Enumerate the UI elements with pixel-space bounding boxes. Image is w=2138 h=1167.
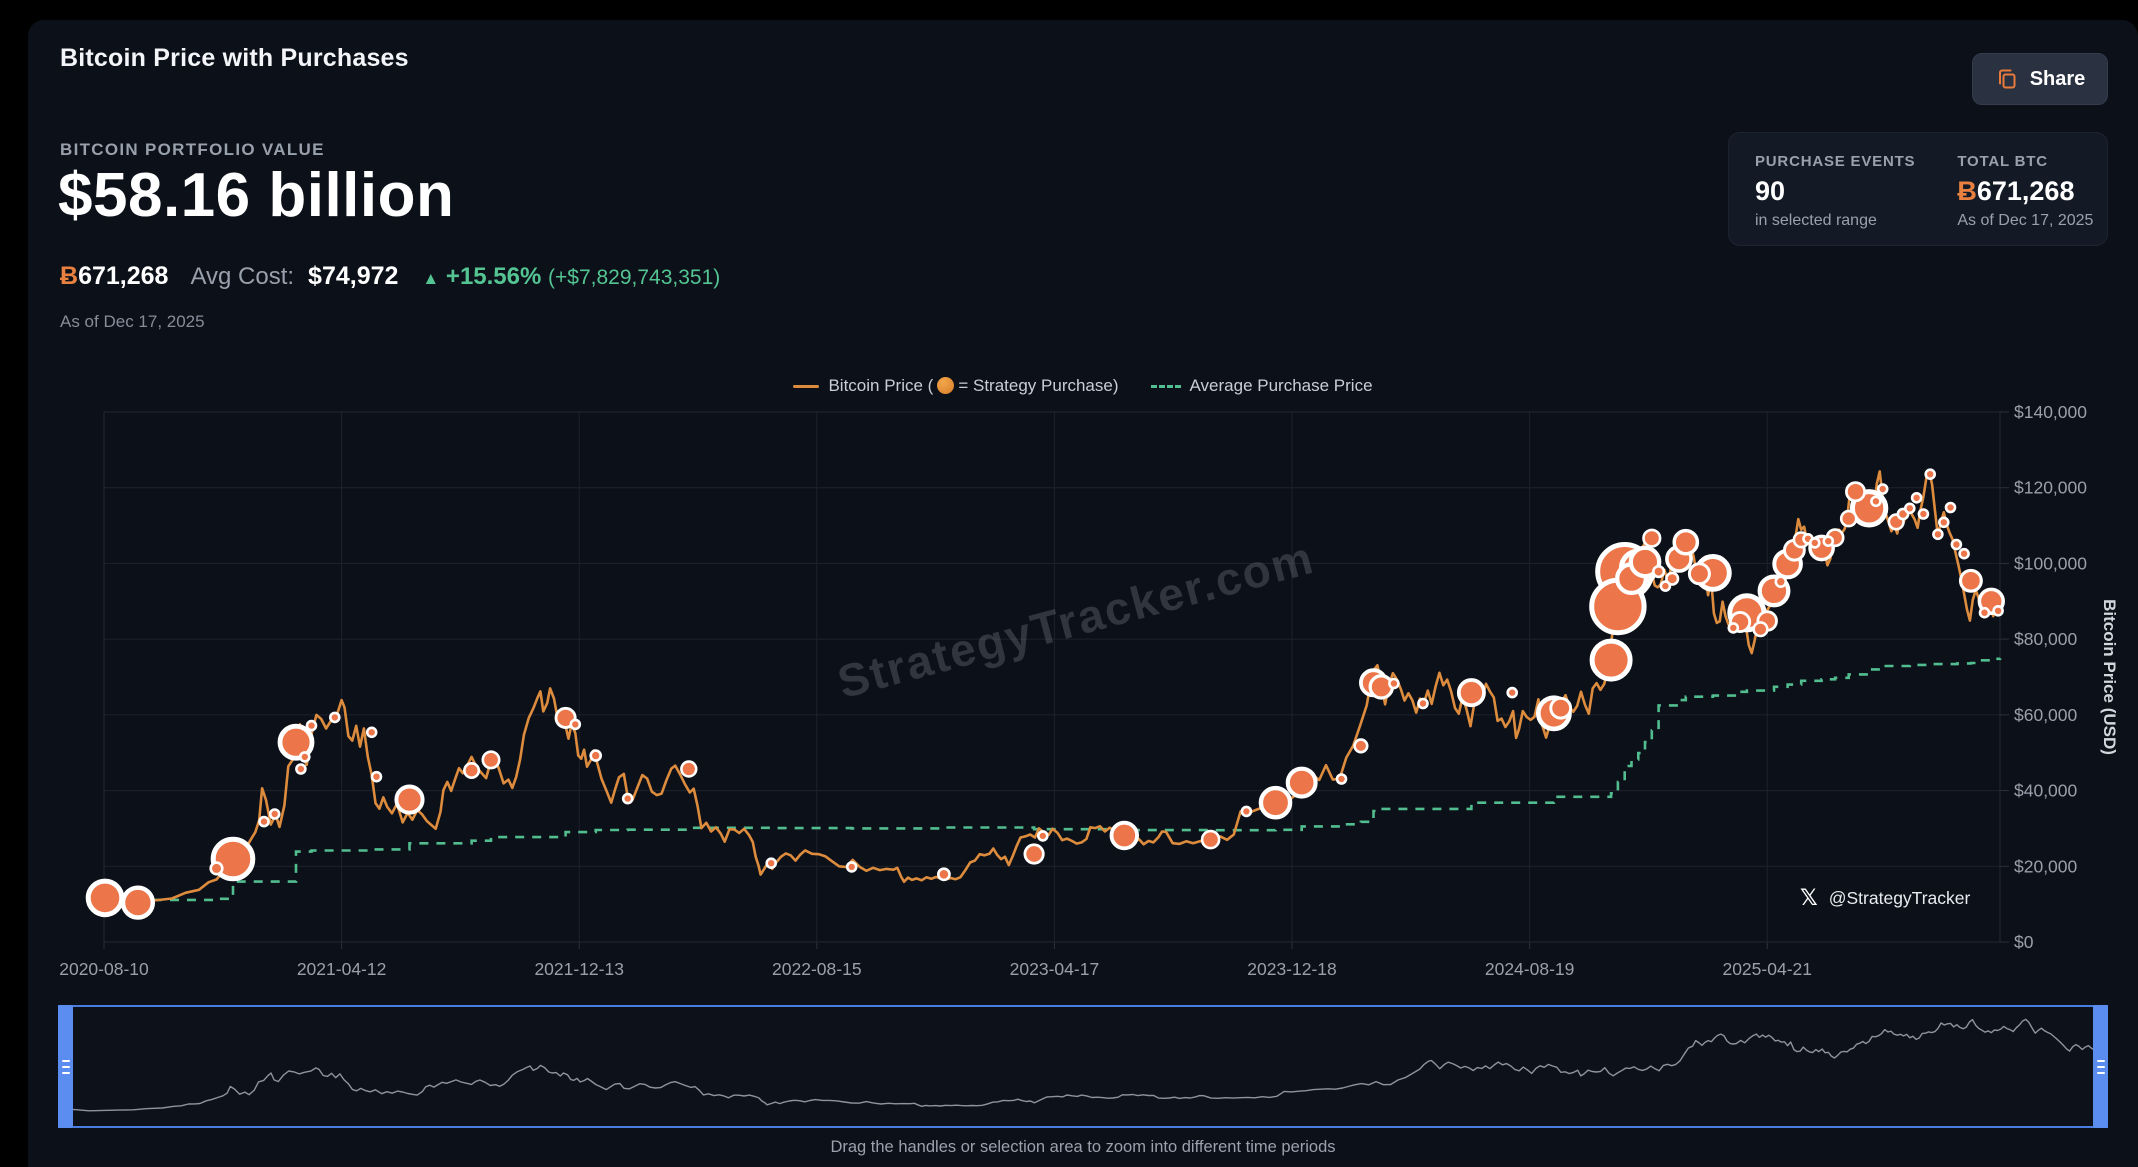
total-btc-label: TOTAL BTC [1957,153,2093,170]
scrubber-left-handle[interactable] [58,1005,73,1128]
total-btc-value: Ƀ671,268 [1957,176,2093,207]
svg-text:2022-08-15: 2022-08-15 [772,959,862,979]
btc-holdings: Ƀ671,268 [60,262,168,291]
time-range-scrubber[interactable] [58,1005,2108,1128]
legend-average-price[interactable]: Average Purchase Price [1129,376,1373,396]
svg-text:$100,000: $100,000 [2014,553,2087,573]
purchase-events-sub: in selected range [1755,212,1915,230]
app-window: Bitcoin Price with Purchases Share BITCO… [0,0,2138,1167]
stats-row: Ƀ671,268 Avg Cost: $74,972 ▲ +15.56% (+$… [60,262,720,291]
svg-text:$140,000: $140,000 [2014,402,2087,422]
btc-amount: 671,268 [78,262,168,290]
svg-text:2020-08-10: 2020-08-10 [59,959,149,979]
share-button[interactable]: Share [1972,53,2108,105]
purchase-dot-icon [937,377,954,394]
portfolio-value-label: BITCOIN PORTFOLIO VALUE [60,140,325,160]
mini-chart [60,1007,2106,1126]
page-title: Bitcoin Price with Purchases [60,44,409,73]
copy-icon [1995,67,2019,91]
scrubber-right-handle[interactable] [2093,1005,2108,1128]
summary-panel: PURCHASE EVENTS 90 in selected range TOT… [1728,132,2108,246]
svg-text:$120,000: $120,000 [2014,478,2087,498]
as-of-date: As of Dec 17, 2025 [60,312,205,332]
price-line-swatch-icon [793,385,819,388]
svg-text:$80,000: $80,000 [2014,629,2078,649]
avg-line-swatch-icon [1151,385,1181,388]
purchase-events-block: PURCHASE EVENTS 90 in selected range [1755,153,1915,245]
attribution-handle: @StrategyTracker [1829,888,1971,909]
svg-text:Bitcoin Price (USD): Bitcoin Price (USD) [2100,599,2119,755]
main-card: Bitcoin Price with Purchases Share BITCO… [28,20,2138,1167]
svg-text:2025-04-21: 2025-04-21 [1722,959,1812,979]
svg-text:$60,000: $60,000 [2014,705,2078,725]
btc-symbol-icon: Ƀ [1957,176,1977,206]
x-twitter-icon: 𝕏 [1800,886,1818,911]
btc-symbol-icon: Ƀ [60,262,78,290]
svg-text:2023-12-18: 2023-12-18 [1247,959,1337,979]
svg-text:$40,000: $40,000 [2014,781,2078,801]
svg-text:2021-12-13: 2021-12-13 [534,959,624,979]
svg-text:2023-04-17: 2023-04-17 [1010,959,1100,979]
svg-text:$0: $0 [2014,932,2034,952]
total-btc-sub: As of Dec 17, 2025 [1957,212,2093,230]
attribution: 𝕏 @StrategyTracker [1800,886,1970,911]
scrubber-hint: Drag the handles or selection area to zo… [58,1138,2108,1157]
purchase-events-label: PURCHASE EVENTS [1755,153,1915,170]
svg-text:StrategyTracker.com: StrategyTracker.com [832,531,1319,708]
chart-legend: Bitcoin Price (= Strategy Purchase) Aver… [28,376,2138,396]
svg-text:2024-08-19: 2024-08-19 [1485,959,1575,979]
legend-bitcoin-price[interactable]: Bitcoin Price (= Strategy Purchase) [793,376,1118,396]
svg-text:2021-04-12: 2021-04-12 [297,959,387,979]
svg-text:$20,000: $20,000 [2014,856,2078,876]
purchase-events-value: 90 [1755,176,1915,207]
avg-cost-label: Avg Cost: [190,263,294,291]
portfolio-value: $58.16 billion [58,160,454,231]
up-arrow-icon: ▲ [422,269,439,288]
share-label: Share [2030,68,2086,91]
avg-cost-value: $74,972 [308,262,398,291]
gain-absolute: (+$7,829,743,351) [548,266,720,289]
total-btc-block: TOTAL BTC Ƀ671,268 As of Dec 17, 2025 [1957,153,2093,245]
gain-percent: ▲ +15.56% (+$7,829,743,351) [422,263,720,291]
